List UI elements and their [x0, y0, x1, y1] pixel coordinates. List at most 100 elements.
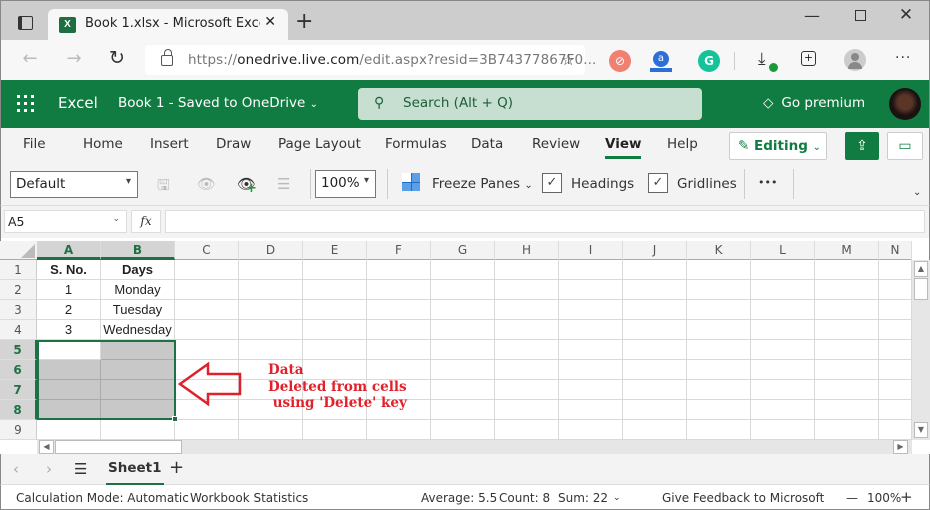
cell-n7[interactable]: [879, 380, 912, 400]
cell-j4[interactable]: [623, 320, 687, 340]
cell-b3[interactable]: Tuesday: [101, 300, 175, 320]
options-list-icon[interactable]: ☰: [277, 175, 290, 193]
cell-n4[interactable]: [879, 320, 912, 340]
cell-d1[interactable]: [239, 260, 303, 280]
row-header-8[interactable]: 8: [0, 400, 37, 420]
zoom-in-button[interactable]: +: [900, 488, 913, 506]
cell-f2[interactable]: [367, 280, 431, 300]
cell-c5[interactable]: [175, 340, 239, 360]
cell-k1[interactable]: [687, 260, 751, 280]
cell-d9[interactable]: [239, 420, 303, 440]
ext-blue-icon[interactable]: a: [653, 51, 669, 67]
tab-page-layout[interactable]: Page Layout: [278, 136, 361, 152]
cell-k7[interactable]: [687, 380, 751, 400]
column-header-g[interactable]: G: [431, 241, 495, 260]
cell-k2[interactable]: [687, 280, 751, 300]
cell-l1[interactable]: [751, 260, 815, 280]
cell-g5[interactable]: [431, 340, 495, 360]
share-button[interactable]: ⇪: [845, 132, 879, 160]
cell-b5[interactable]: [101, 340, 175, 360]
cell-m8[interactable]: [815, 400, 879, 420]
editing-mode-button[interactable]: ✎ Editing ⌄: [729, 132, 827, 160]
cell-f5[interactable]: [367, 340, 431, 360]
column-header-l[interactable]: L: [751, 241, 815, 260]
cell-g9[interactable]: [431, 420, 495, 440]
cell-l2[interactable]: [751, 280, 815, 300]
close-window-button[interactable]: ✕: [891, 5, 921, 25]
cell-j1[interactable]: [623, 260, 687, 280]
zoom-select[interactable]: 100% ▾: [315, 170, 376, 198]
cell-a4[interactable]: 3: [37, 320, 101, 340]
cell-l8[interactable]: [751, 400, 815, 420]
cell-h6[interactable]: [495, 360, 559, 380]
cell-h2[interactable]: [495, 280, 559, 300]
cell-e3[interactable]: [303, 300, 367, 320]
cell-m6[interactable]: [815, 360, 879, 380]
row-header-4[interactable]: 4: [0, 320, 37, 340]
column-header-h[interactable]: H: [495, 241, 559, 260]
scroll-left-button[interactable]: ◀: [39, 440, 54, 454]
cell-m4[interactable]: [815, 320, 879, 340]
all-sheets-icon[interactable]: ☰: [74, 460, 87, 478]
cell-a6[interactable]: [37, 360, 101, 380]
cell-k5[interactable]: [687, 340, 751, 360]
cell-e4[interactable]: [303, 320, 367, 340]
cell-j6[interactable]: [623, 360, 687, 380]
cell-i4[interactable]: [559, 320, 623, 340]
column-header-n[interactable]: N: [879, 241, 912, 260]
cell-g2[interactable]: [431, 280, 495, 300]
stats-dropdown-icon[interactable]: ⌄: [613, 493, 621, 503]
cell-j5[interactable]: [623, 340, 687, 360]
cell-j3[interactable]: [623, 300, 687, 320]
cell-l5[interactable]: [751, 340, 815, 360]
row-header-6[interactable]: 6: [0, 360, 37, 380]
exit-view-icon[interactable]: 👁: [197, 175, 216, 193]
close-tab-icon[interactable]: ✕: [264, 14, 276, 30]
scroll-thumb[interactable]: [914, 278, 928, 300]
column-header-j[interactable]: J: [623, 241, 687, 260]
downloads-icon[interactable]: ⤓: [758, 49, 766, 69]
cell-n5[interactable]: [879, 340, 912, 360]
cell-g4[interactable]: [431, 320, 495, 340]
cell-c4[interactable]: [175, 320, 239, 340]
row-header-2[interactable]: 2: [0, 280, 37, 300]
go-premium-button[interactable]: ◇ Go premium: [763, 95, 865, 111]
cell-d4[interactable]: [239, 320, 303, 340]
cell-e2[interactable]: [303, 280, 367, 300]
status-zoom[interactable]: 100%: [867, 491, 901, 505]
profile-icon[interactable]: [844, 49, 866, 71]
workbook-statistics[interactable]: Workbook Statistics: [190, 491, 308, 505]
freeze-panes-button[interactable]: Freeze Panes ⌄: [432, 176, 533, 192]
forward-button[interactable]: →: [61, 48, 87, 69]
cell-c9[interactable]: [175, 420, 239, 440]
cell-n2[interactable]: [879, 280, 912, 300]
document-title[interactable]: Book 1 - Saved to OneDrive ⌄: [118, 95, 318, 111]
formula-input[interactable]: [165, 210, 925, 233]
zoom-out-button[interactable]: —: [846, 491, 858, 505]
cell-m2[interactable]: [815, 280, 879, 300]
tab-data[interactable]: Data: [471, 136, 503, 152]
sheet-tab-sheet1[interactable]: Sheet1: [106, 460, 164, 486]
cell-m9[interactable]: [815, 420, 879, 440]
tab-home[interactable]: Home: [83, 136, 123, 152]
comments-button[interactable]: ▭: [887, 132, 923, 160]
cell-n3[interactable]: [879, 300, 912, 320]
more-options-button[interactable]: •••: [758, 176, 777, 189]
cell-l6[interactable]: [751, 360, 815, 380]
cell-h7[interactable]: [495, 380, 559, 400]
cell-f4[interactable]: [367, 320, 431, 340]
insert-function-button[interactable]: fx: [131, 210, 161, 233]
cell-h8[interactable]: [495, 400, 559, 420]
cell-j7[interactable]: [623, 380, 687, 400]
maximize-button[interactable]: [855, 10, 866, 21]
scroll-down-button[interactable]: ▼: [914, 422, 928, 438]
row-header-5[interactable]: 5: [0, 340, 37, 360]
cell-f1[interactable]: [367, 260, 431, 280]
column-header-i[interactable]: I: [559, 241, 623, 260]
tab-draw[interactable]: Draw: [216, 136, 251, 152]
scroll-right-button[interactable]: ▶: [893, 440, 908, 454]
name-box[interactable]: A5 ⌄: [4, 210, 127, 233]
horizontal-scrollbar[interactable]: ◀ ▶: [37, 440, 912, 454]
cell-a7[interactable]: [37, 380, 101, 400]
minimize-button[interactable]: —: [797, 6, 827, 25]
